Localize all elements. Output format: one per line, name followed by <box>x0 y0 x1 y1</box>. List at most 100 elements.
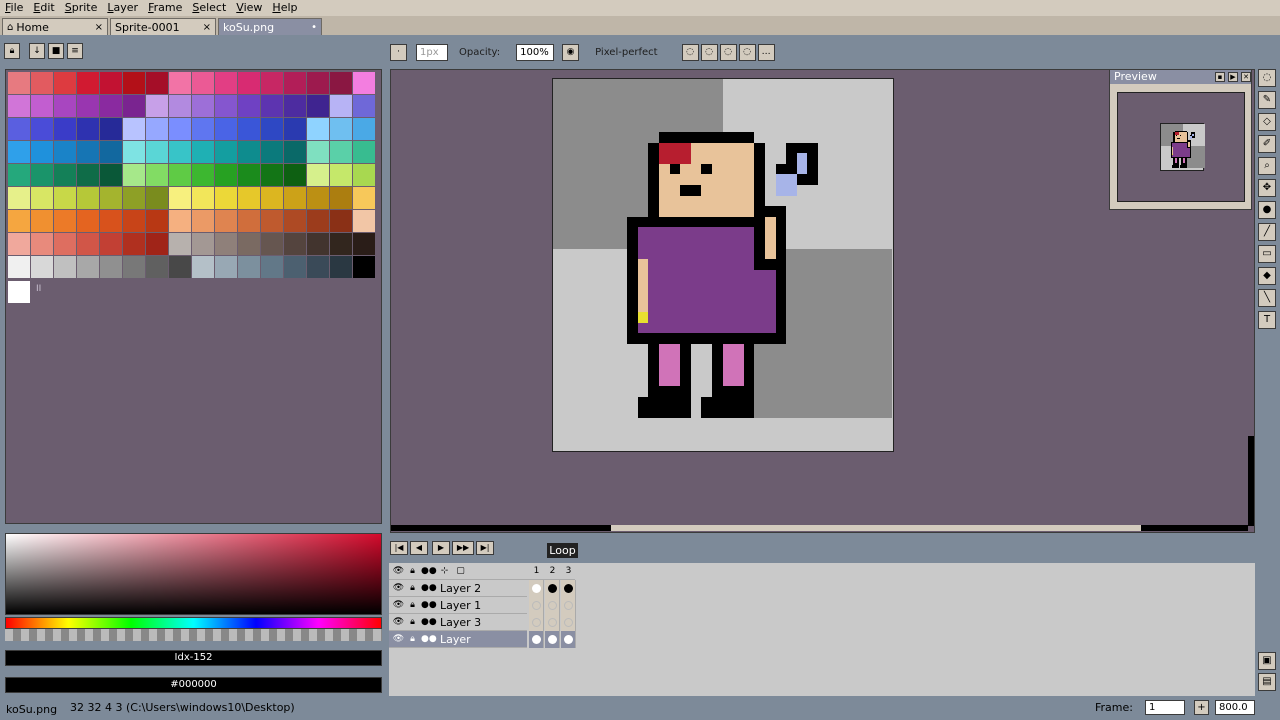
tool-8-icon[interactable]: ▭ <box>1258 245 1276 263</box>
palette-swatch[interactable] <box>215 187 237 209</box>
palette-swatch[interactable] <box>169 118 191 140</box>
palette-swatch[interactable] <box>54 72 76 94</box>
first-frame-icon[interactable]: |◀ <box>390 541 408 555</box>
frame-number[interactable]: 3 <box>561 563 576 580</box>
palette-swatch[interactable] <box>353 233 375 255</box>
palette-swatch[interactable] <box>192 141 214 163</box>
menu-help[interactable]: Help <box>267 0 302 16</box>
palette-swatch[interactable] <box>215 95 237 117</box>
palette-swatch[interactable] <box>100 256 122 278</box>
palette-swatch[interactable] <box>77 141 99 163</box>
tab-sprite-0001[interactable]: Sprite-0001 × <box>110 18 216 35</box>
palette-swatch[interactable] <box>146 233 168 255</box>
palette-swatch[interactable] <box>100 72 122 94</box>
timeline-toggle-icon[interactable]: ▤ <box>1258 673 1276 691</box>
tool-9-icon[interactable]: ◆ <box>1258 267 1276 285</box>
brush-shape-icon[interactable]: · <box>390 43 407 61</box>
symmetry-icon-1[interactable]: ◌ <box>681 43 699 61</box>
zoom-in-button[interactable]: + <box>1194 700 1209 715</box>
tab-kosu-modified-icon[interactable]: • <box>311 22 317 33</box>
palette-swatch[interactable] <box>8 95 30 117</box>
palette-swatch[interactable] <box>8 141 30 163</box>
hue-slider[interactable] <box>5 617 382 629</box>
menu-file[interactable]: File <box>0 0 28 16</box>
palette-swatch[interactable] <box>169 187 191 209</box>
palette-swatch[interactable] <box>169 141 191 163</box>
palette-swatch[interactable] <box>146 141 168 163</box>
vertical-scrollbar[interactable] <box>1248 436 1254 526</box>
palette-swatch[interactable] <box>123 95 145 117</box>
palette-swatch[interactable] <box>261 210 283 232</box>
palette-swatch[interactable] <box>330 187 352 209</box>
palette-swatch[interactable] <box>31 164 53 186</box>
eye-icon[interactable]: 👁︎ <box>391 597 406 614</box>
palette-swatch[interactable] <box>261 164 283 186</box>
palette-swatch[interactable] <box>307 164 329 186</box>
palette-swatch[interactable] <box>77 210 99 232</box>
tool-2-icon[interactable]: ◇ <box>1258 113 1276 131</box>
frame-input[interactable]: 1 <box>1145 700 1185 715</box>
tool-0-icon[interactable]: ◌ <box>1258 69 1276 87</box>
palette-swatch[interactable] <box>307 187 329 209</box>
palette-swatch[interactable] <box>353 72 375 94</box>
tool-10-icon[interactable]: ╲ <box>1258 289 1276 307</box>
saturation-value-box[interactable] <box>5 533 382 615</box>
palette-swatch[interactable] <box>353 118 375 140</box>
palette-swatch-white[interactable] <box>8 281 30 303</box>
tab-home[interactable]: ⌂ Home × <box>2 18 108 35</box>
palette-swatch[interactable] <box>307 118 329 140</box>
palette-swatch[interactable] <box>192 210 214 232</box>
palette-swatch[interactable] <box>261 256 283 278</box>
palette-swatch[interactable] <box>192 233 214 255</box>
palette-swatch[interactable] <box>100 164 122 186</box>
palette-swatch[interactable] <box>330 95 352 117</box>
palette-swatch[interactable] <box>215 256 237 278</box>
tab-home-close-icon[interactable]: × <box>95 22 103 33</box>
palette-swatch[interactable] <box>238 187 260 209</box>
palette-swatch[interactable] <box>330 164 352 186</box>
brush-size-input[interactable]: 1px <box>416 43 448 61</box>
palette-swatch[interactable] <box>8 118 30 140</box>
palette-swatch[interactable] <box>238 164 260 186</box>
cel[interactable] <box>529 597 544 614</box>
palette-swatch[interactable] <box>123 233 145 255</box>
tool-1-icon[interactable]: ✎ <box>1258 91 1276 109</box>
palette-swatch[interactable] <box>54 141 76 163</box>
palette-swatch[interactable] <box>146 118 168 140</box>
palette-swatch[interactable] <box>169 233 191 255</box>
preview-play-icon[interactable]: ▶ <box>1228 72 1238 82</box>
tool-5-icon[interactable]: ✥ <box>1258 179 1276 197</box>
eye-icon[interactable]: 👁︎ <box>391 563 406 580</box>
palette-swatch[interactable] <box>8 187 30 209</box>
layer-group-icon[interactable]: ⊹ <box>437 563 452 580</box>
palette-swatch[interactable] <box>307 72 329 94</box>
palette-swatch[interactable] <box>169 210 191 232</box>
preview-mode-icon[interactable]: ▪ <box>1215 72 1225 82</box>
palette-swatch[interactable] <box>8 210 30 232</box>
loop-icon[interactable]: ▶▶ <box>452 541 474 555</box>
cel[interactable] <box>545 614 560 631</box>
palette-swatch[interactable] <box>146 256 168 278</box>
palette-swatch[interactable] <box>261 95 283 117</box>
lock-icon[interactable]: 🔒︎ <box>405 563 420 580</box>
eye-icon[interactable]: 👁︎ <box>391 580 406 597</box>
tool-4-icon[interactable]: ⌕ <box>1258 157 1276 175</box>
palette-swatch[interactable] <box>146 210 168 232</box>
palette-swatch[interactable] <box>100 118 122 140</box>
palette-swatch[interactable] <box>307 233 329 255</box>
palette-swatch[interactable] <box>330 210 352 232</box>
palette-swatch[interactable] <box>54 118 76 140</box>
palette-swatch[interactable] <box>77 233 99 255</box>
palette-swatch[interactable] <box>169 72 191 94</box>
palette-swatch[interactable] <box>284 164 306 186</box>
prev-frame-icon[interactable]: ◀ <box>410 541 428 555</box>
palette-swatch[interactable] <box>238 95 260 117</box>
palette-swatch[interactable] <box>8 72 30 94</box>
palette-swatch[interactable] <box>77 72 99 94</box>
palette-swatch[interactable] <box>330 141 352 163</box>
menu-frame[interactable]: Frame <box>143 0 187 16</box>
palette-swatch[interactable] <box>123 118 145 140</box>
palette-swatch[interactable] <box>238 256 260 278</box>
tab-sprite-close-icon[interactable]: × <box>203 22 211 33</box>
palette-swatch[interactable] <box>192 72 214 94</box>
